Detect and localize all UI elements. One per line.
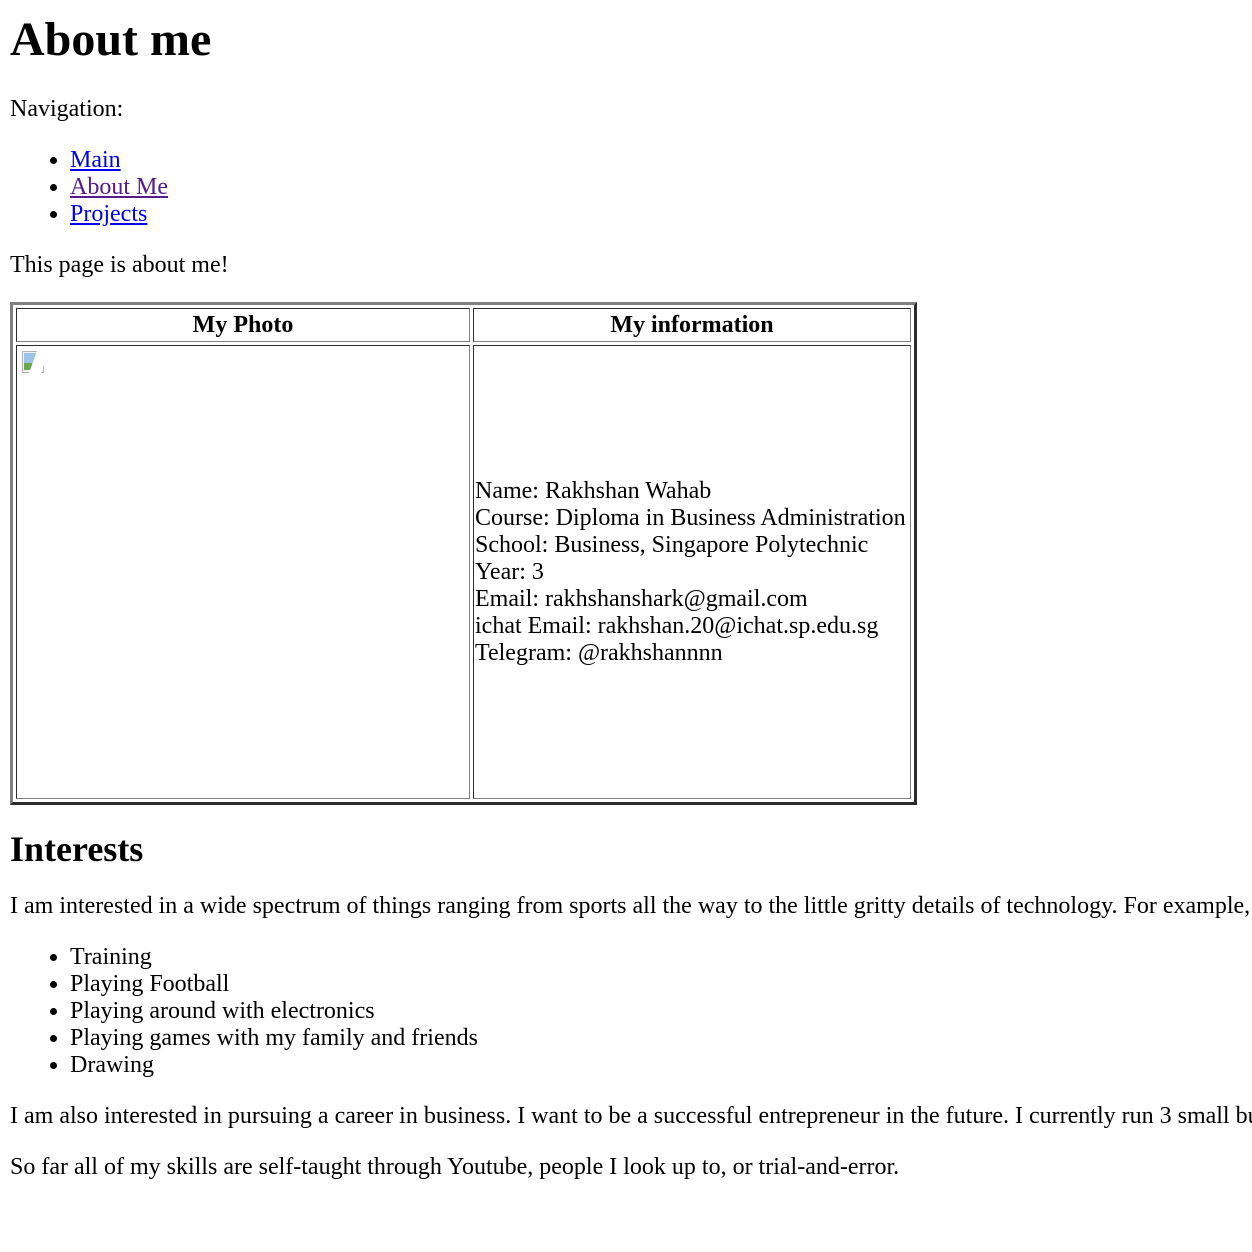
navigation-label: Navigation: bbox=[10, 96, 124, 122]
information-column-header: My information bbox=[473, 308, 911, 342]
info-email: Email: rakhshanshark@gmail.com bbox=[475, 585, 808, 612]
info-school: School: Business, Singapore Polytechnic bbox=[475, 531, 869, 558]
info-year: Year: 3 bbox=[475, 558, 544, 585]
info-ichat-email: ichat Email: rakhshan.20@ichat.sp.edu.sg bbox=[475, 612, 879, 639]
list-item: Playing around with electronics bbox=[70, 998, 1252, 1025]
nav-link-main[interactable]: Main bbox=[70, 147, 121, 173]
info-course: Course: Diploma in Business Administrati… bbox=[475, 504, 906, 531]
navigation-list: Main About Me Projects bbox=[10, 147, 1252, 228]
interests-text: I am interested in a wide spectrum of th… bbox=[10, 893, 1251, 919]
list-item: Playing games with my family and friends bbox=[70, 1025, 1252, 1052]
photo-cell bbox=[16, 345, 470, 799]
page-title: About me bbox=[10, 13, 212, 66]
table-row: Name: Rakhshan Wahab Course: Diploma in … bbox=[16, 345, 911, 799]
list-item: Playing Football bbox=[70, 971, 1252, 998]
page: About me Navigation: Main About Me Proje… bbox=[0, 0, 1252, 1252]
nav-link-about-me[interactable]: About Me bbox=[70, 174, 168, 200]
career-text: I am also interested in pursuing a caree… bbox=[10, 1103, 1252, 1129]
intro-text: This page is about me! bbox=[10, 252, 229, 278]
info-name: Name: Rakhshan Wahab bbox=[475, 477, 712, 504]
broken-image-icon bbox=[21, 350, 50, 374]
interests-list: Training Playing Football Playing around… bbox=[10, 944, 1252, 1079]
interests-heading: Interests bbox=[10, 829, 144, 869]
list-item: Drawing bbox=[70, 1052, 1252, 1079]
nav-item-main: Main bbox=[70, 147, 1252, 174]
photo-column-header: My Photo bbox=[16, 308, 470, 342]
nav-item-projects: Projects bbox=[70, 201, 1252, 228]
information-cell: Name: Rakhshan Wahab Course: Diploma in … bbox=[473, 345, 911, 799]
info-telegram: Telegram: @rakhshannnn bbox=[475, 639, 723, 666]
list-item: Training bbox=[70, 944, 1252, 971]
table-header-row: My Photo My information bbox=[16, 308, 911, 342]
nav-link-projects[interactable]: Projects bbox=[70, 201, 147, 227]
skills-text: So far all of my skills are self-taught … bbox=[10, 1154, 900, 1180]
about-table: My Photo My information Name: Rakhshan W… bbox=[10, 302, 917, 805]
nav-item-about-me: About Me bbox=[70, 174, 1252, 201]
